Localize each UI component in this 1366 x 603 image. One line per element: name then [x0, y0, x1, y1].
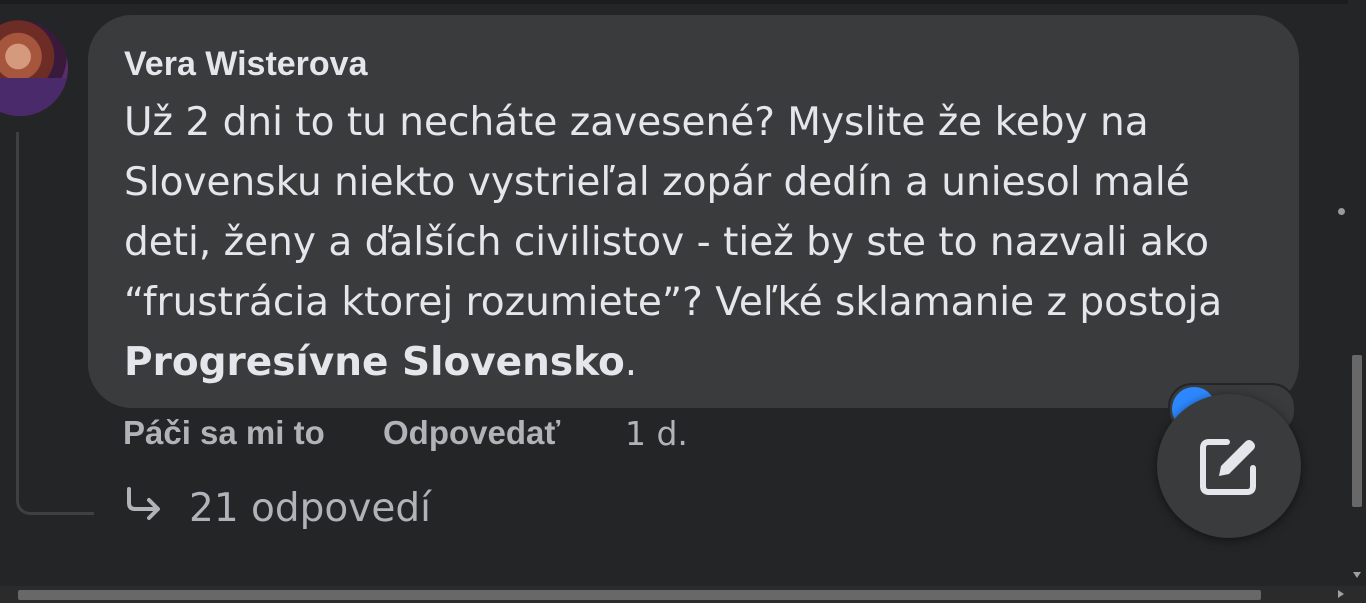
comment-text-line: Slovensku niekto vystrieľal zopár dedín …	[124, 160, 1190, 205]
view-replies-button[interactable]: 21 odpovedí	[123, 486, 431, 536]
scroll-indicator-dot	[1338, 208, 1345, 215]
compose-button[interactable]	[1157, 394, 1301, 538]
comment-text-line: Už 2 dni to tu necháte zavesené? Myslite…	[124, 100, 1149, 145]
comment-text: Už 2 dni to tu necháte zavesené? Myslite…	[124, 93, 1263, 393]
comment-text-line: deti, ženy a ďalších civilistov - tiež b…	[124, 220, 1209, 265]
comment-text-line-last: Progresívne Slovensko.	[124, 333, 1263, 393]
thread-line	[16, 132, 94, 515]
mention-suffix: .	[624, 340, 638, 385]
scroll-right-arrow-icon[interactable]	[1338, 590, 1344, 598]
replies-count-label: 21 odpovedí	[189, 486, 431, 531]
comment-author[interactable]: Vera Wisterova	[124, 45, 1263, 83]
like-button[interactable]: Páči sa mi to	[123, 414, 325, 452]
reply-button[interactable]: Odpovedať	[383, 414, 560, 452]
avatar-clothing	[0, 78, 68, 116]
vertical-scrollbar-thumb[interactable]	[1352, 355, 1362, 507]
comment-bubble: Vera Wisterova Už 2 dni to tu necháte za…	[88, 15, 1299, 408]
comment-timestamp[interactable]: 1 d.	[625, 414, 688, 453]
vertical-scrollbar[interactable]	[1348, 0, 1366, 586]
scroll-down-arrow-icon[interactable]	[1353, 572, 1361, 578]
comment-text-line: “frustrácia ktorej rozumiete”? Veľké skl…	[124, 280, 1223, 325]
horizontal-scrollbar[interactable]	[0, 586, 1366, 603]
reply-arrow-icon	[123, 486, 169, 531]
compose-icon	[1200, 439, 1256, 495]
page-mention-link[interactable]: Progresívne Slovensko	[124, 340, 625, 385]
horizontal-scrollbar-thumb[interactable]	[18, 590, 1261, 600]
avatar[interactable]	[0, 20, 68, 116]
top-edge	[0, 0, 1366, 4]
